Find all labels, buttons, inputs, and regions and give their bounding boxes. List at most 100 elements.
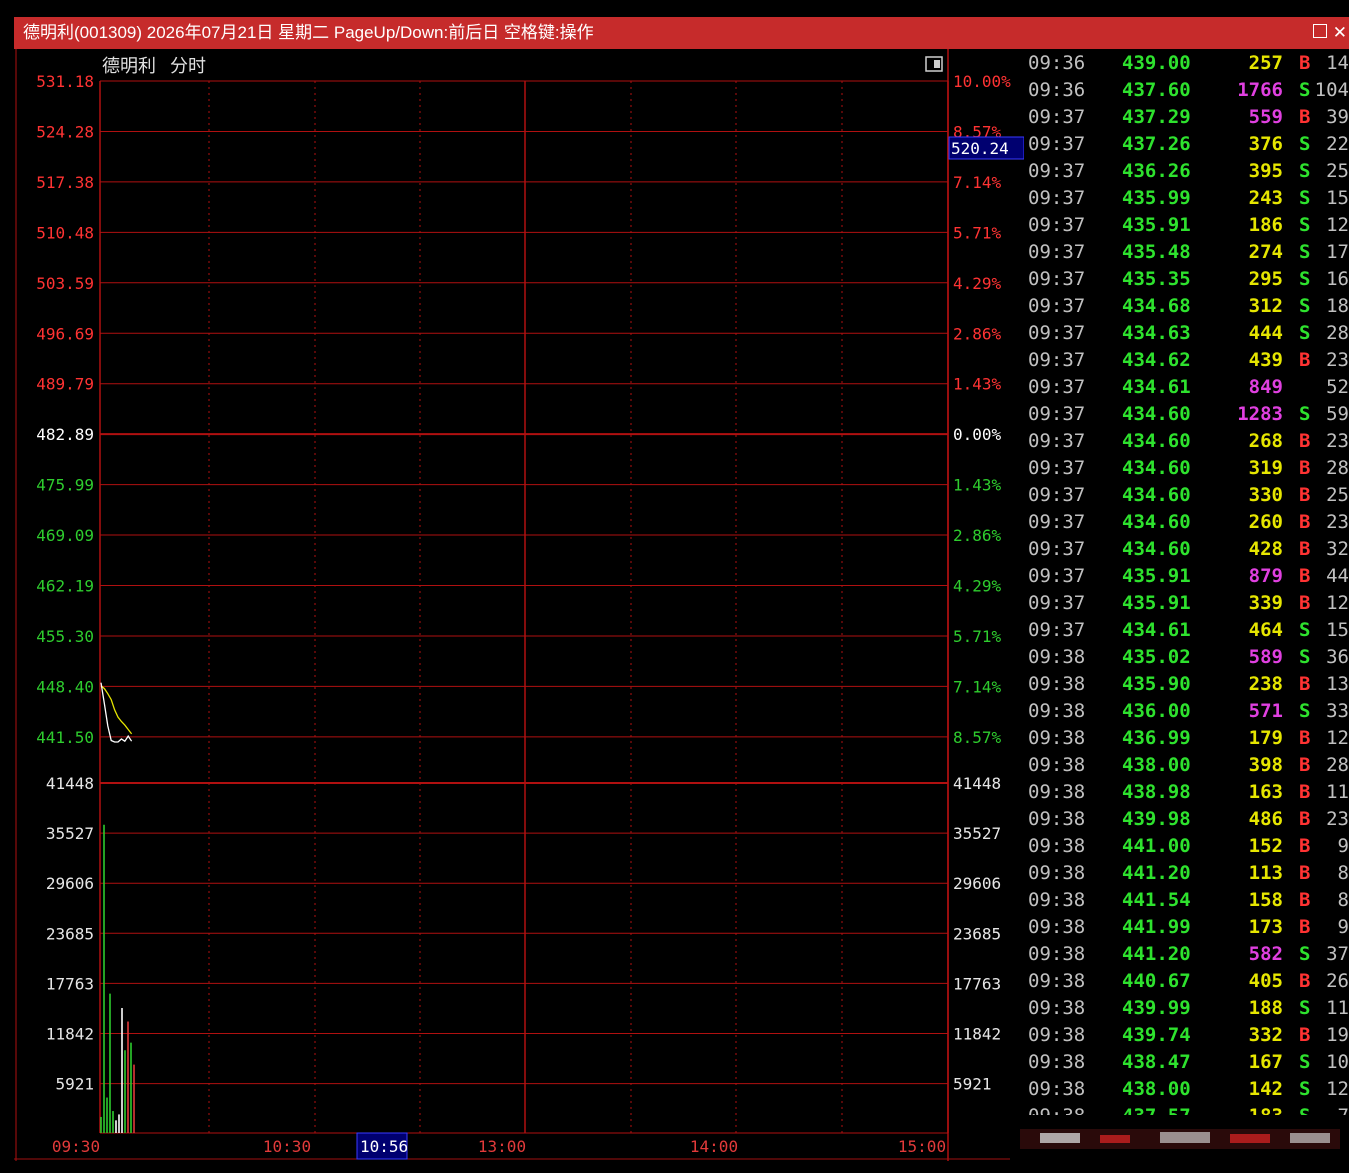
tick-row[interactable]: 09:37 435.99 243 S 15 (1024, 185, 1349, 212)
tick-side: B (1299, 538, 1311, 560)
tick-row[interactable]: 09:37 434.63 444 S 28 (1024, 320, 1349, 347)
percent-tick-label: 8.57% (953, 728, 1002, 747)
tick-side: S (1299, 646, 1311, 668)
tick-price: 434.62 (1122, 349, 1191, 371)
tick-volume: 339 (1248, 592, 1283, 614)
tick-time: 09:37 (1028, 349, 1086, 371)
tick-row[interactable]: 09:37 435.35 295 S 16 (1024, 266, 1349, 293)
tick-row[interactable]: 09:37 434.60 428 B 32 (1024, 536, 1349, 563)
tick-row[interactable]: 09:38 439.74 332 B 19 (1024, 1022, 1349, 1049)
tick-row[interactable]: 09:38 441.54 158 B 8 (1024, 887, 1349, 914)
tick-side: B (1299, 106, 1311, 128)
tick-price: 434.68 (1122, 295, 1191, 317)
close-icon[interactable]: ✕ (1333, 17, 1347, 49)
tick-row[interactable]: 09:37 434.60 1283 S 59 (1024, 401, 1349, 428)
tick-price: 434.60 (1122, 403, 1191, 425)
bottom-scroll-strip[interactable] (1010, 1115, 1349, 1160)
tick-row[interactable]: 09:37 434.60 319 B 28 (1024, 455, 1349, 482)
tick-row[interactable]: 09:37 435.91 339 B 12 (1024, 590, 1349, 617)
tick-count: 25 (1326, 484, 1349, 506)
tick-count: 37 (1326, 943, 1349, 965)
tick-volume: 330 (1248, 484, 1283, 506)
price-tick-label: 510.48 (36, 223, 94, 242)
cursor-time: 10:56 (360, 1137, 408, 1156)
tick-row[interactable]: 09:37 437.26 376 S 22 (1024, 131, 1349, 158)
tick-price: 434.60 (1122, 511, 1191, 533)
title-bar[interactable]: 德明利(001309) 2026年07月21日 星期二 PageUp/Down:… (14, 17, 1349, 49)
tick-count: 23 (1326, 349, 1349, 371)
tick-count: 23 (1326, 430, 1349, 452)
volume-tick-label: 23685 (46, 924, 94, 943)
tick-row[interactable]: 09:38 441.20 582 S 37 (1024, 941, 1349, 968)
percent-tick-label: 2.86% (953, 324, 1002, 343)
tick-side: B (1299, 808, 1311, 830)
tick-row[interactable]: 09:37 436.26 395 S 25 (1024, 158, 1349, 185)
tick-row[interactable]: 09:37 435.48 274 S 17 (1024, 239, 1349, 266)
tick-count: 11 (1326, 997, 1349, 1019)
tick-side: S (1299, 133, 1311, 155)
tick-row[interactable]: 09:37 437.29 559 B 39 (1024, 104, 1349, 131)
tick-row[interactable]: 09:37 435.91 186 S 12 (1024, 212, 1349, 239)
tick-count: 10 (1326, 1051, 1349, 1073)
tick-price: 439.98 (1122, 808, 1191, 830)
tick-volume: 238 (1248, 673, 1283, 695)
tick-price: 438.98 (1122, 781, 1191, 803)
volume-tick-label: 41448 (46, 774, 94, 793)
tick-row[interactable]: 09:38 438.00 142 S 12 (1024, 1076, 1349, 1103)
price-tick-label: 503.59 (36, 274, 94, 293)
tick-time: 09:38 (1028, 1051, 1086, 1073)
intraday-chart-svg[interactable]: 531.18 524.28 517.38 510.48 503.59 496.69 489.… (14, 49, 1025, 1161)
tick-count: 23 (1326, 808, 1349, 830)
tick-row[interactable]: 09:37 434.60 268 B 23 (1024, 428, 1349, 455)
time-tick-label: 14:00 (690, 1137, 738, 1156)
intraday-chart[interactable]: 531.18 524.28 517.38 510.48 503.59 496.69 489.… (14, 49, 1025, 1161)
tick-row[interactable]: 09:38 440.67 405 B 26 (1024, 968, 1349, 995)
tick-time: 09:37 (1028, 160, 1086, 182)
tick-volume: 589 (1248, 646, 1283, 668)
tick-row[interactable]: 09:37 434.61 849 52 (1024, 374, 1349, 401)
tick-row[interactable]: 09:38 436.00 571 S 33 (1024, 698, 1349, 725)
tick-row[interactable]: 09:37 435.91 879 B 44 (1024, 563, 1349, 590)
tick-price: 434.61 (1122, 619, 1191, 641)
tick-time: 09:37 (1028, 538, 1086, 560)
tick-row[interactable]: 09:38 438.00 398 B 28 (1024, 752, 1349, 779)
tick-price: 438.00 (1122, 1078, 1191, 1100)
tick-side: B (1299, 835, 1311, 857)
tick-count: 39 (1326, 106, 1349, 128)
tick-side: B (1299, 889, 1311, 911)
tick-volume: 444 (1248, 322, 1283, 344)
tick-row[interactable]: 09:37 434.68 312 S 18 (1024, 293, 1349, 320)
tick-time: 09:38 (1028, 835, 1086, 857)
percent-tick-label: 7.14% (953, 677, 1002, 696)
tick-volume: 158 (1248, 889, 1283, 911)
tick-row[interactable]: 09:38 438.98 163 B 11 (1024, 779, 1349, 806)
price-tick-label: 462.19 (36, 577, 94, 596)
tick-row[interactable]: 09:38 441.99 173 B 9 (1024, 914, 1349, 941)
tick-row[interactable]: 09:38 439.98 486 B 23 (1024, 806, 1349, 833)
tick-time: 09:37 (1028, 241, 1086, 263)
tick-time: 09:37 (1028, 484, 1086, 506)
mode-label[interactable]: 分时 (170, 56, 206, 77)
tick-row[interactable]: 09:38 435.90 238 B 13 (1024, 671, 1349, 698)
tick-price: 440.67 (1122, 970, 1191, 992)
tick-row[interactable]: 09:38 435.02 589 S 36 (1024, 644, 1349, 671)
tick-row[interactable]: 09:36 437.60 1766 S 104 (1024, 77, 1349, 104)
volume-tick-label: 35527 (46, 824, 94, 843)
tick-list[interactable]: 09:36 439.00 257 B 14 09:36 437.60 1766 S 104 09:3… (1024, 49, 1349, 1125)
tick-volume: 186 (1248, 214, 1283, 236)
time-tick-label: 09:30 (52, 1137, 100, 1156)
maximize-icon[interactable] (1313, 24, 1327, 38)
tick-row[interactable]: 09:37 434.62 439 B 23 (1024, 347, 1349, 374)
tick-count: 12 (1326, 214, 1349, 236)
tick-row[interactable]: 09:38 439.99 188 S 11 (1024, 995, 1349, 1022)
tick-row[interactable]: 09:36 439.00 257 B 14 (1024, 50, 1349, 77)
tick-row[interactable]: 09:37 434.60 260 B 23 (1024, 509, 1349, 536)
tick-row[interactable]: 09:38 436.99 179 B 12 (1024, 725, 1349, 752)
tick-row[interactable]: 09:37 434.61 464 S 15 (1024, 617, 1349, 644)
tick-volume: 559 (1248, 106, 1283, 128)
tick-row[interactable]: 09:38 438.47 167 S 10 (1024, 1049, 1349, 1076)
tick-row[interactable]: 09:38 441.00 152 B 9 (1024, 833, 1349, 860)
tick-time: 09:37 (1028, 187, 1086, 209)
tick-row[interactable]: 09:37 434.60 330 B 25 (1024, 482, 1349, 509)
tick-row[interactable]: 09:38 441.20 113 B 8 (1024, 860, 1349, 887)
